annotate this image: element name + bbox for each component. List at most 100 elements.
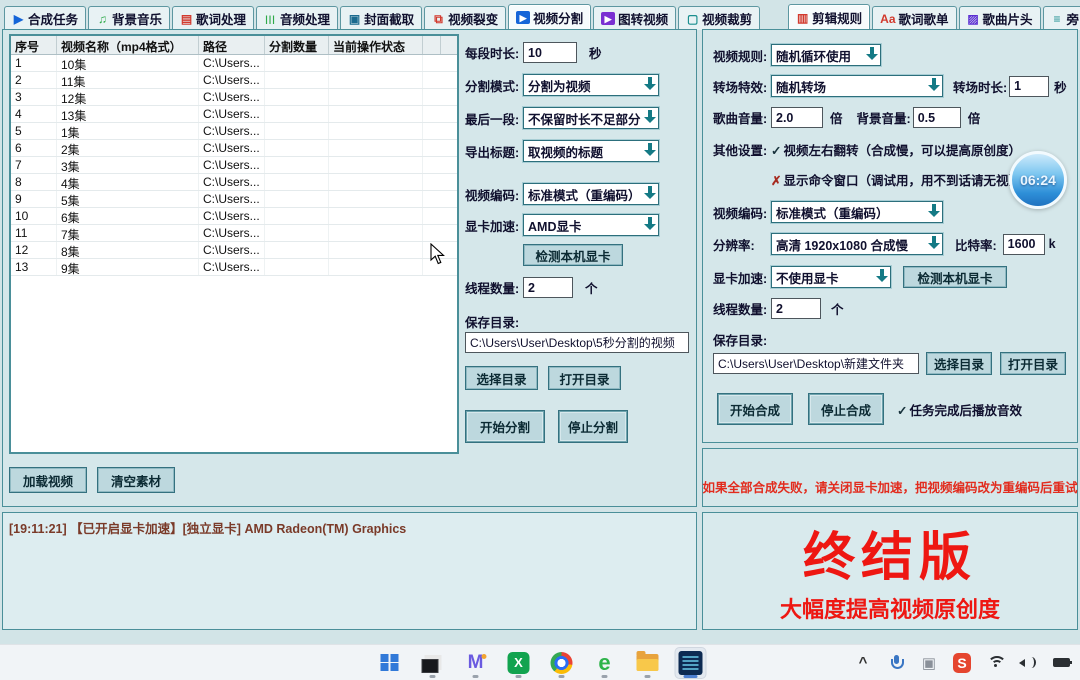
transition-select[interactable]: 随机转场 — [771, 75, 943, 97]
browser-360-icon[interactable]: e — [590, 648, 620, 678]
table-row[interactable]: 139集C:\Users... — [11, 259, 457, 276]
tab-narration-subtitles[interactable]: ≡旁白字幕 — [1043, 6, 1080, 30]
tab-audio-processing[interactable]: |||音频处理 — [256, 6, 338, 30]
resolution-select[interactable]: 高清 1920x1080 合成慢 — [771, 233, 943, 255]
table-row[interactable]: 110集C:\Users... — [11, 55, 457, 72]
chevron-down-icon[interactable] — [925, 234, 942, 254]
detect-gpu-button[interactable]: 检测本机显卡 — [523, 244, 623, 266]
last-segment-select[interactable]: 不保留时长不足部分 — [523, 107, 659, 129]
video-encode-select[interactable]: 标准模式（重编码） — [523, 183, 659, 205]
start-compose-button[interactable]: 开始合成 — [717, 393, 793, 425]
chrome-icon[interactable] — [547, 648, 577, 678]
sogou-input-icon[interactable]: S — [953, 653, 971, 673]
tab-bar: ▶合成任务♫背景音乐▤歌词处理|||音频处理▣封面截取⧉视频裂变▶视频分割▶图转… — [4, 4, 1078, 30]
cell-path: C:\Users... — [199, 259, 265, 275]
load-videos-button[interactable]: 加载视频 — [9, 467, 87, 493]
tab-video-fission[interactable]: ⧉视频裂变 — [424, 6, 506, 30]
table-row[interactable]: 95集C:\Users... — [11, 191, 457, 208]
file-explorer-icon[interactable] — [633, 648, 663, 678]
chevron-down-icon[interactable] — [641, 75, 658, 95]
tab-video-crop[interactable]: ▢视频裁剪 — [678, 6, 760, 30]
cell-status — [329, 225, 423, 241]
tab-lyrics-processing[interactable]: ▤歌词处理 — [172, 6, 254, 30]
remote-icon[interactable]: ▣ — [920, 653, 938, 673]
chevron-down-icon[interactable] — [925, 76, 942, 96]
chevron-down-icon[interactable] — [641, 141, 658, 161]
compose-encode-select[interactable]: 标准模式（重编码） — [771, 201, 943, 223]
show-cmd-checkbox[interactable]: ✗显示命令窗口（调试用，用不到话请无视） — [771, 170, 1021, 189]
tab-clip-rules[interactable]: ▥剪辑规则 — [788, 4, 870, 30]
cell-path: C:\Users... — [199, 157, 265, 173]
stop-split-button[interactable]: 停止分割 — [558, 410, 628, 443]
tab-cover-capture[interactable]: ▣封面截取 — [340, 6, 422, 30]
chevron-up-icon[interactable]: ^ — [854, 653, 872, 673]
song-volume-input[interactable]: 2.0 — [771, 107, 823, 128]
column-header[interactable]: 当前操作状态 — [329, 36, 423, 54]
compose-open-dir-button[interactable]: 打开目录 — [1000, 352, 1066, 375]
x-app-icon[interactable]: X — [504, 648, 534, 678]
open-dir-button[interactable]: 打开目录 — [548, 366, 621, 390]
table-row[interactable]: 128集C:\Users... — [11, 242, 457, 259]
chevron-down-icon[interactable] — [873, 267, 890, 287]
chevron-down-icon[interactable] — [925, 202, 942, 222]
export-title-select[interactable]: 取视频的标题 — [523, 140, 659, 162]
bg-volume-input[interactable]: 0.5 — [913, 107, 961, 128]
video-tool-icon[interactable] — [676, 648, 706, 678]
choose-dir-button[interactable]: 选择目录 — [465, 366, 538, 390]
tab-song-intro[interactable]: ▨歌曲片头 — [959, 6, 1041, 30]
cell-status — [329, 208, 423, 224]
windows-start-icon[interactable] — [375, 648, 405, 678]
tab-background-music[interactable]: ♫背景音乐 — [88, 6, 170, 30]
column-header[interactable]: 视频名称（mp4格式） — [57, 36, 199, 54]
column-header[interactable]: 序号 — [11, 36, 57, 54]
tab-compose-tasks[interactable]: ▶合成任务 — [4, 6, 86, 30]
chevron-down-icon[interactable] — [863, 45, 880, 65]
tab-label: 剪辑规则 — [812, 8, 862, 27]
clear-materials-button[interactable]: 清空素材 — [97, 467, 175, 493]
split-mode-select[interactable]: 分割为视频 — [523, 74, 659, 96]
transition-duration-input[interactable]: 1 — [1009, 76, 1049, 97]
table-row[interactable]: 62集C:\Users... — [11, 140, 457, 157]
table-row[interactable]: 106集C:\Users... — [11, 208, 457, 225]
start-split-button[interactable]: 开始分割 — [465, 410, 545, 443]
table-row[interactable]: 117集C:\Users... — [11, 225, 457, 242]
table-row[interactable]: 84集C:\Users... — [11, 174, 457, 191]
wifi-icon[interactable] — [986, 653, 1004, 673]
tab-video-split[interactable]: ▶视频分割 — [508, 4, 591, 30]
cell-count — [265, 106, 329, 122]
stop-compose-button[interactable]: 停止合成 — [808, 393, 884, 425]
battery-icon[interactable] — [1052, 653, 1070, 673]
video-rule-select[interactable]: 随机循环使用 — [771, 44, 881, 66]
table-row[interactable]: 312集C:\Users... — [11, 89, 457, 106]
chevron-down-icon[interactable] — [641, 184, 658, 204]
segment-duration-input[interactable]: 10 — [523, 42, 577, 63]
microphone-icon[interactable] — [887, 653, 905, 673]
table-row[interactable]: 413集C:\Users... — [11, 106, 457, 123]
column-header[interactable] — [423, 36, 441, 54]
sound-on-finish-checkbox[interactable]: ✓任务完成后播放音效 — [897, 400, 1022, 419]
chevron-down-icon[interactable] — [641, 215, 658, 235]
gpu-accel-select[interactable]: AMD显卡 — [523, 214, 659, 236]
flip-video-checkbox[interactable]: ✓视频左右翻转（合成慢，可以提高原创度） — [771, 140, 1021, 159]
bitrate-input[interactable]: 1600 — [1003, 234, 1045, 255]
volume-icon[interactable] — [1019, 653, 1037, 673]
compose-save-dir-input[interactable]: C:\Users\User\Desktop\新建文件夹 — [713, 353, 919, 374]
threads-input[interactable]: 2 — [523, 277, 573, 298]
clock-widget[interactable]: 06:24 — [1009, 151, 1067, 209]
tab-lyrics-playlist[interactable]: Aa歌词歌单 — [872, 6, 956, 30]
column-header[interactable]: 路径 — [199, 36, 265, 54]
table-row[interactable]: 73集C:\Users... — [11, 157, 457, 174]
detect-gpu-button-right[interactable]: 检测本机显卡 — [903, 266, 1007, 288]
chevron-down-icon[interactable] — [641, 108, 658, 128]
column-header[interactable]: 分割数量 — [265, 36, 329, 54]
snipping-tool-icon[interactable] — [418, 648, 448, 678]
compose-gpu-select[interactable]: 不使用显卡 — [771, 266, 891, 288]
table-row[interactable]: 211集C:\Users... — [11, 72, 457, 89]
compose-threads-input[interactable]: 2 — [771, 298, 821, 319]
save-dir-input[interactable]: C:\Users\User\Desktop\5秒分割的视频 — [465, 332, 689, 353]
compose-choose-dir-button[interactable]: 选择目录 — [926, 352, 992, 375]
resolution-label: 分辨率: — [713, 235, 771, 254]
m-app-icon[interactable]: M — [461, 648, 491, 678]
tab-image-to-video[interactable]: ▶图转视频 — [593, 6, 676, 30]
table-row[interactable]: 51集C:\Users... — [11, 123, 457, 140]
